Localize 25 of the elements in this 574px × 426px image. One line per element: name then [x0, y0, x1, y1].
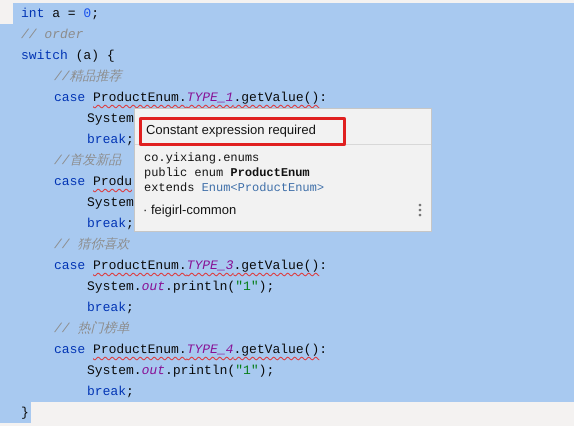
code-line: //精品推荐 [53, 68, 122, 86]
code-line: //首发新品 [53, 152, 122, 170]
code-line: System [86, 110, 134, 128]
code-line: break; [86, 299, 134, 317]
code-line: case Produ [53, 173, 132, 191]
code-line: switch (a) { [20, 47, 115, 65]
declaration-line: extends Enum<ProductEnum> [144, 181, 324, 196]
code-line: // order [20, 26, 84, 44]
code-line: System [86, 194, 134, 212]
code-line: case ProductEnum.TYPE_3.getValue(): [53, 257, 328, 275]
code-line: break; [86, 383, 134, 401]
declaration-line: co.yixiang.enums [144, 151, 260, 166]
code-line: int a = 0; [20, 5, 100, 23]
code-line: break; [86, 131, 134, 149]
code-line: System.out.println("1"); [86, 278, 274, 296]
more-menu-icon[interactable] [418, 202, 422, 216]
code-line: // 热门榜单 [53, 320, 130, 338]
code-line: case ProductEnum.TYPE_1.getValue(): [53, 89, 328, 107]
code-line: // 猜你喜欢 [53, 236, 130, 254]
code-line: System.out.println("1"); [86, 362, 274, 380]
error-message: Constant expression required [139, 117, 346, 146]
module-name: · feigirl-common [143, 202, 236, 217]
code-line: break; [86, 215, 134, 233]
declaration-line: public enum ProductEnum [144, 166, 310, 181]
code-line: case ProductEnum.TYPE_4.getValue(): [53, 341, 328, 359]
